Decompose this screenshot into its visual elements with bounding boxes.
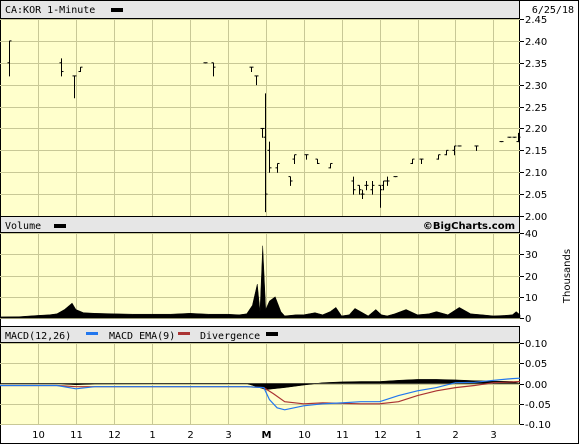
y-tick-label: 2.15 <box>525 146 547 157</box>
y-tick-label: 2.40 <box>525 37 547 48</box>
y-tick-label: 2.25 <box>525 103 547 114</box>
ema-legend-swatch <box>178 332 190 335</box>
x-tick-label: 3 <box>490 430 496 441</box>
watermark: ©BigCharts.com <box>423 221 515 232</box>
ohlc-bar <box>507 136 512 138</box>
y-tick-label: 0 <box>525 314 531 325</box>
symbol-title: CA:KOR 1-Minute <box>5 5 95 16</box>
volume-unit-label: Thousands <box>562 249 573 304</box>
x-tick-label: 12 <box>374 430 387 441</box>
macd-ema-label: MACD EMA(9) <box>109 331 175 342</box>
volume-legend-swatch <box>54 224 66 228</box>
y-tick-label: 40 <box>525 229 538 240</box>
y-tick-label: 0.05 <box>525 359 547 370</box>
price-plot-area <box>0 18 520 217</box>
x-tick-label: 2 <box>187 430 193 441</box>
price-legend-swatch <box>111 8 123 12</box>
x-tick-label: 2 <box>452 430 458 441</box>
x-tick-label: 3 <box>225 430 231 441</box>
y-tick-label: 2.00 <box>525 212 547 223</box>
divergence-label: Divergence <box>200 331 260 342</box>
y-tick-label: 10 <box>525 293 538 304</box>
y-tick-label: 30 <box>525 250 538 261</box>
y-tick-label: 2.10 <box>525 168 547 179</box>
y-tick-label: 0.00 <box>525 380 547 391</box>
y-tick-label: 2.20 <box>525 124 547 135</box>
macd-label: MACD(12,26) <box>5 331 71 342</box>
x-tick-label: 11 <box>336 430 349 441</box>
y-tick-label: 2.35 <box>525 59 547 70</box>
ohlc-bar <box>457 145 462 147</box>
y-tick-label: 0.10 <box>525 339 547 350</box>
y-tick-label: 2.05 <box>525 190 547 201</box>
x-tick-label: 12 <box>108 430 121 441</box>
x-tick-label: M <box>262 430 272 441</box>
ohlc-bar <box>203 62 208 64</box>
volume-label: Volume <box>5 221 41 232</box>
ohlc-bar <box>499 141 504 143</box>
ohlc-bar <box>393 176 398 178</box>
stock-chart: CA:KOR 1-Minute 6/25/18 2.002.052.102.15… <box>0 0 579 444</box>
y-tick-label: 2.30 <box>525 81 547 92</box>
y-tick-label: 20 <box>525 272 538 283</box>
divergence-legend-swatch <box>266 332 278 336</box>
y-tick-label: -0.05 <box>525 400 551 411</box>
y-tick-label: 2.45 <box>525 15 547 26</box>
x-tick-label: 10 <box>32 430 45 441</box>
ohlc-bar <box>512 136 517 138</box>
x-tick-label: 11 <box>70 430 83 441</box>
x-tick-label: 1 <box>415 430 421 441</box>
macd-legend-swatch <box>86 332 98 335</box>
y-tick-label: -0.10 <box>525 420 551 431</box>
x-tick-label: 10 <box>298 430 311 441</box>
x-tick-label: 1 <box>149 430 155 441</box>
